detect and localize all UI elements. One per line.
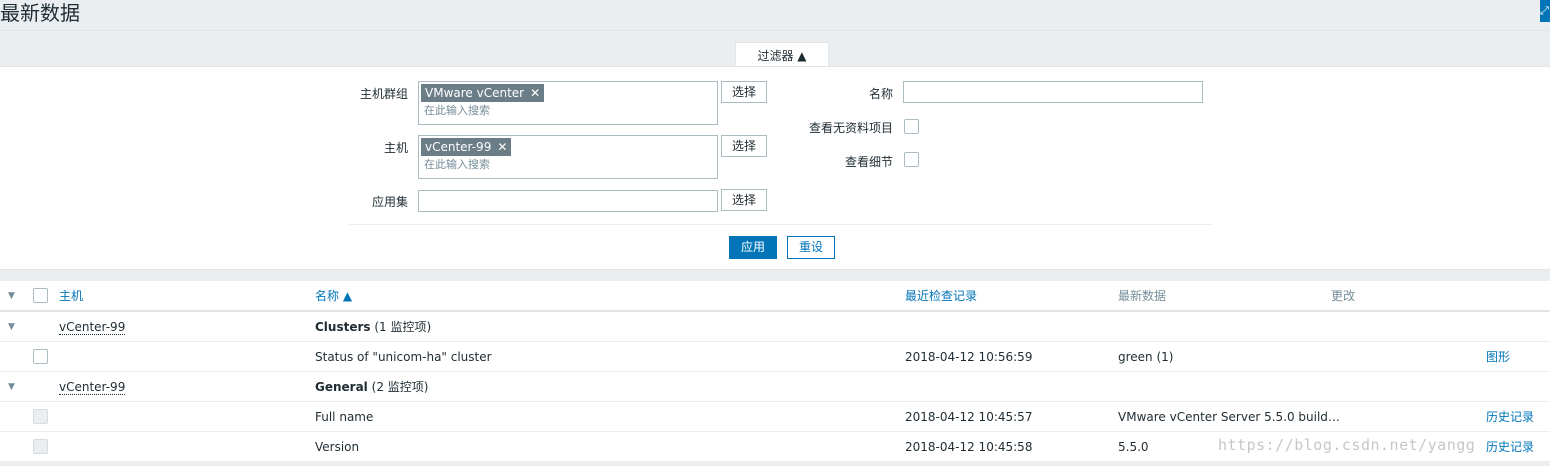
row-checkbox [33, 409, 48, 424]
column-header-host[interactable]: 主机 [59, 281, 83, 311]
history-link[interactable]: 历史记录 [1486, 402, 1534, 432]
column-header-name[interactable]: 名称 ▲ [315, 281, 352, 311]
show-items-without-data-label: 查看无资料项目 [808, 121, 893, 135]
host-group-label: 主机群组 [359, 87, 408, 101]
item-last-check: 2018-04-12 10:56:59 [905, 350, 1033, 364]
table-group-row: ▼ vCenter-99 General (2 监控项) [0, 372, 1550, 402]
remove-tag-icon[interactable]: ✕ [497, 140, 507, 154]
host-group-select-button[interactable]: 选择 [721, 81, 767, 103]
item-last-check: 2018-04-12 10:45:58 [905, 440, 1033, 454]
host-select-button[interactable]: 选择 [721, 135, 767, 157]
application-item-count: (2 监控项) [371, 380, 429, 394]
host-search-input[interactable]: 在此输入搜索 [419, 156, 717, 174]
application-input[interactable] [418, 190, 718, 212]
graph-link[interactable]: 图形 [1486, 342, 1510, 372]
application-name: General [315, 380, 368, 394]
table-row: Full name 2018-04-12 10:45:57 VMware vCe… [0, 402, 1550, 432]
column-header-change: 更改 [1331, 289, 1356, 303]
host-group-multiselect[interactable]: VMware vCenter ✕ 在此输入搜索 [418, 81, 718, 125]
table-header-row: ▼ 主机 名称 ▲ 最近检查记录 最新数据 更改 [0, 281, 1550, 312]
application-item-count: (1 监控项) [374, 320, 432, 334]
host-tag-label: vCenter-99 [425, 140, 492, 154]
filter-divider [349, 224, 1213, 225]
apply-button[interactable]: 应用 [729, 236, 777, 259]
host-group-search-input[interactable]: 在此输入搜索 [419, 102, 717, 120]
reset-button[interactable]: 重设 [787, 236, 835, 259]
column-header-last-check[interactable]: 最近检查记录 [905, 281, 977, 311]
fullscreen-button[interactable]: ⤢ [1540, 0, 1550, 22]
column-header-last-value: 最新数据 [1118, 289, 1167, 303]
tab-filter[interactable]: 过滤器 ▲ [735, 42, 829, 68]
show-details-label: 查看细节 [844, 155, 893, 169]
page-title: 最新数据 [0, 1, 80, 25]
show-items-without-data-checkbox[interactable] [904, 119, 919, 134]
header-divider [0, 30, 1550, 31]
application-select-button[interactable]: 选择 [721, 189, 767, 211]
host-multiselect[interactable]: vCenter-99 ✕ 在此输入搜索 [418, 135, 718, 179]
host-group-tag: VMware vCenter ✕ [421, 84, 545, 102]
history-link[interactable]: 历史记录 [1486, 432, 1534, 462]
item-last-value: VMware vCenter Server 5.5.0 build… [1118, 410, 1340, 424]
application-label: 应用集 [371, 195, 408, 209]
item-name: Version [315, 440, 360, 454]
collapse-group-icon[interactable]: ▼ [8, 372, 15, 402]
row-checkbox [33, 439, 48, 454]
row-checkbox[interactable] [33, 349, 48, 364]
item-name: Full name [315, 410, 374, 424]
item-last-check: 2018-04-12 10:45:57 [905, 410, 1033, 424]
collapse-group-icon[interactable]: ▼ [8, 312, 15, 342]
latest-data-table: ▼ 主机 名称 ▲ 最近检查记录 最新数据 更改 ▼ vCenter-99 Cl… [0, 281, 1550, 461]
table-row: Status of "unicom-ha" cluster 2018-04-12… [0, 342, 1550, 372]
host-link[interactable]: vCenter-99 [59, 380, 126, 395]
table-group-row: ▼ vCenter-99 Clusters (1 监控项) [0, 312, 1550, 342]
select-all-checkbox[interactable] [33, 288, 48, 303]
show-details-checkbox[interactable] [904, 152, 919, 167]
item-name: Status of "unicom-ha" cluster [315, 350, 492, 364]
name-input[interactable] [903, 81, 1203, 103]
remove-tag-icon[interactable]: ✕ [530, 86, 540, 100]
host-tag: vCenter-99 ✕ [421, 138, 512, 156]
host-group-tag-label: VMware vCenter [425, 86, 525, 100]
host-label: 主机 [383, 141, 408, 155]
name-label: 名称 [868, 87, 893, 101]
item-last-value: 5.5.0 [1118, 440, 1149, 454]
collapse-all-icon[interactable]: ▼ [8, 281, 15, 311]
application-name: Clusters [315, 320, 371, 334]
host-link[interactable]: vCenter-99 [59, 320, 126, 335]
watermark: https://blog.csdn.net/yangg [1218, 436, 1476, 454]
fullscreen-icon: ⤢ [1540, 4, 1549, 17]
item-last-value: green (1) [1118, 350, 1174, 364]
